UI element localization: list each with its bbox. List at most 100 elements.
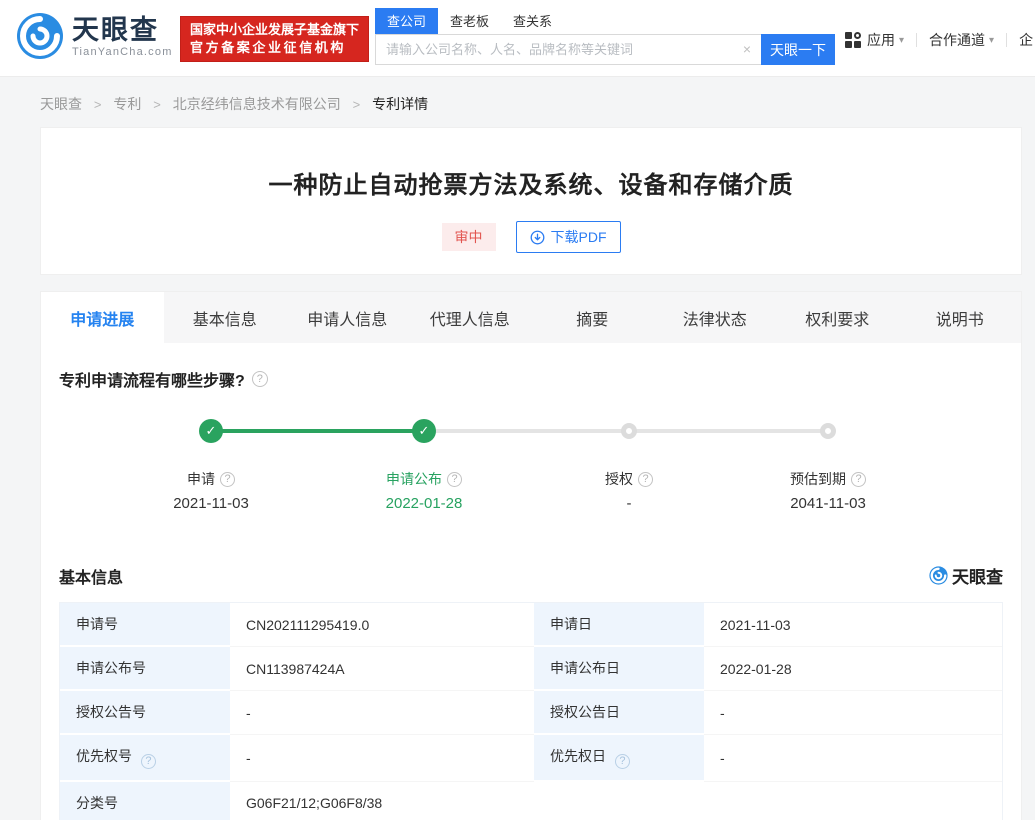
breadcrumb-home[interactable]: 天眼查 [40, 96, 82, 112]
breadcrumb-separator: > [352, 97, 361, 112]
tab-claims[interactable]: 权利要求 [776, 292, 899, 343]
search-tab-boss[interactable]: 查老板 [438, 8, 501, 34]
cell-label: 申请公布号 [60, 647, 230, 691]
tab-legal-status[interactable]: 法律状态 [654, 292, 777, 343]
cell-label: 申请号 [60, 603, 230, 647]
brand-domain: TianYanCha.com [72, 45, 173, 58]
help-icon[interactable]: ? [220, 471, 235, 487]
progress-section-heading: 专利申请流程有哪些步骤? ? [59, 367, 1003, 391]
help-icon[interactable]: ? [140, 753, 156, 769]
table-row: 优先权号 ? - 优先权日 ? - [60, 735, 1002, 782]
search-tab-company[interactable]: 查公司 [375, 8, 439, 34]
cell-label: 授权公告日 [534, 691, 704, 735]
tab-basic-info[interactable]: 基本信息 [164, 292, 287, 343]
step-label-text: 授权 [605, 471, 633, 487]
status-badge: 审中 [441, 223, 496, 251]
apps-grid-icon [845, 32, 861, 48]
nav-partner-label: 合作通道 [929, 32, 986, 48]
tianyancha-swirl-icon [929, 566, 948, 585]
step-date-application: 2021-11-03 [173, 495, 249, 512]
download-pdf-button[interactable]: 下载PDF [515, 221, 621, 253]
step-label-application: 申请 ? [187, 469, 235, 489]
search-input[interactable] [375, 34, 761, 65]
step-date-estimated-expiry: 2041-11-03 [790, 495, 866, 512]
nav-divider [916, 33, 918, 47]
chevron-down-icon: ▾ [899, 34, 905, 46]
cell-label-text: 优先权日 [550, 748, 606, 764]
breadcrumb-company[interactable]: 北京经纬信息技术有限公司 [173, 96, 341, 112]
cell-label: 申请公布日 [534, 647, 704, 691]
step-date-grant: - [626, 495, 632, 512]
search-row: × 天眼一下 [375, 34, 837, 65]
search-tabs: 查公司 查老板 查关系 [375, 8, 837, 34]
step-done-check-icon: ✓ [412, 419, 436, 443]
tianyancha-logo[interactable]: 天眼查 TianYanCha.com [16, 12, 173, 60]
tianyancha-swirl-icon [17, 13, 63, 59]
help-icon[interactable]: ? [251, 371, 268, 387]
tab-applicant-info[interactable]: 申请人信息 [286, 292, 409, 343]
cell-label-text: 优先权号 [76, 748, 132, 764]
step-label-estimated-expiry: 预估到期 ? [790, 469, 866, 489]
cert-badge: 国家中小企业发展子基金旗下 官方备案企业征信机构 [180, 16, 370, 62]
header-nav: 应用 ▾ 合作通道 ▾ 企 [845, 30, 1033, 50]
timeline-segment-pending [424, 429, 629, 433]
search-tab-relation[interactable]: 查关系 [501, 8, 564, 34]
step-label-text: 申请公布 [386, 471, 442, 487]
help-icon[interactable]: ? [638, 471, 653, 487]
timeline-segment-pending [629, 429, 828, 433]
nav-apps-label: 应用 [867, 32, 895, 48]
detail-tabbar: 申请进展 基本信息 申请人信息 代理人信息 摘要 法律状态 权利要求 说明书 [41, 292, 1021, 343]
help-icon[interactable]: ? [614, 753, 630, 769]
cell-value: G06F21/12;G06F8/38 [246, 794, 383, 811]
cell-label: 申请日 [534, 603, 704, 647]
search-button[interactable]: 天眼一下 [761, 34, 835, 65]
tab-application-progress[interactable]: 申请进展 [41, 292, 164, 343]
step-label-text: 申请 [187, 471, 215, 487]
step-label-grant: 授权 ? [605, 469, 653, 489]
nav-divider [1006, 33, 1008, 47]
breadcrumb-current: 专利详情 [372, 96, 429, 112]
cell-value: CN113987424A [230, 647, 534, 691]
search-area: 查公司 查老板 查关系 × 天眼一下 [375, 8, 837, 65]
help-icon[interactable]: ? [447, 471, 462, 487]
cell-label: 分类号 [60, 781, 230, 820]
table-row: 分类号 G06F21/12;G06F8/38 [60, 781, 1002, 820]
step-date-publication: 2022-01-28 [385, 495, 463, 512]
cell-value: 2022-01-28 [704, 647, 1002, 691]
tab-abstract[interactable]: 摘要 [531, 292, 654, 343]
cert-line2: 官方备案企业征信机构 [190, 40, 347, 55]
clear-search-icon[interactable]: × [743, 41, 751, 57]
brand-name: 天眼查 [72, 14, 159, 45]
step-done-check-icon: ✓ [199, 419, 223, 443]
basic-info-table: 申请号 CN202111295419.0 申请日 2021-11-03 申请公布… [59, 602, 1003, 820]
nav-partner-channel[interactable]: 合作通道 ▾ [929, 30, 994, 50]
nav-apps[interactable]: 应用 ▾ [845, 30, 904, 50]
watermark-brand-text: 天眼查 [952, 568, 1003, 587]
step-label-text: 预估到期 [790, 471, 846, 487]
application-timeline: ✓ ✓ 申请 ? 申请公布 ? 授权 ? 预估到期 ? 2021-11-03 2… [59, 419, 1003, 529]
top-header: 天眼查 TianYanCha.com 国家中小企业发展子基金旗下 官方备案企业征… [0, 0, 1035, 77]
cell-value: - [704, 735, 1002, 782]
cell-label: 优先权号 ? [60, 735, 230, 782]
help-icon[interactable]: ? [851, 471, 866, 487]
tianyancha-watermark: 天眼查 [929, 563, 1003, 588]
step-pending-dot-icon [621, 423, 637, 439]
breadcrumb-separator: > [93, 97, 102, 112]
nav-enterprise-truncated[interactable]: 企 [1019, 30, 1033, 50]
tab-agent-info[interactable]: 代理人信息 [409, 292, 532, 343]
tab-description[interactable]: 说明书 [899, 292, 1022, 343]
page: 天眼查 TianYanCha.com 国家中小企业发展子基金旗下 官方备案企业征… [0, 0, 1035, 820]
table-row: 申请公布号 CN113987424A 申请公布日 2022-01-28 [60, 647, 1002, 691]
cell-value: - [704, 691, 1002, 735]
timeline-segment-done [211, 429, 424, 433]
basic-info-header: 基本信息 天眼查 [59, 563, 1003, 588]
chevron-down-icon: ▾ [989, 34, 995, 46]
download-pdf-label: 下载PDF [550, 229, 607, 245]
progress-heading-text: 专利申请流程有哪些步骤? [59, 373, 245, 390]
cell-value: 2021-11-03 [704, 603, 1002, 647]
breadcrumb-patent[interactable]: 专利 [113, 96, 141, 112]
cell-value: - [230, 691, 534, 735]
tab-content: 专利申请流程有哪些步骤? ? ✓ ✓ 申请 ? 申请公布 ? 授权 ? 预估到期… [41, 367, 1021, 820]
step-pending-dot-icon [820, 423, 836, 439]
patent-detail-card: 申请进展 基本信息 申请人信息 代理人信息 摘要 法律状态 权利要求 说明书 专… [40, 291, 1022, 820]
